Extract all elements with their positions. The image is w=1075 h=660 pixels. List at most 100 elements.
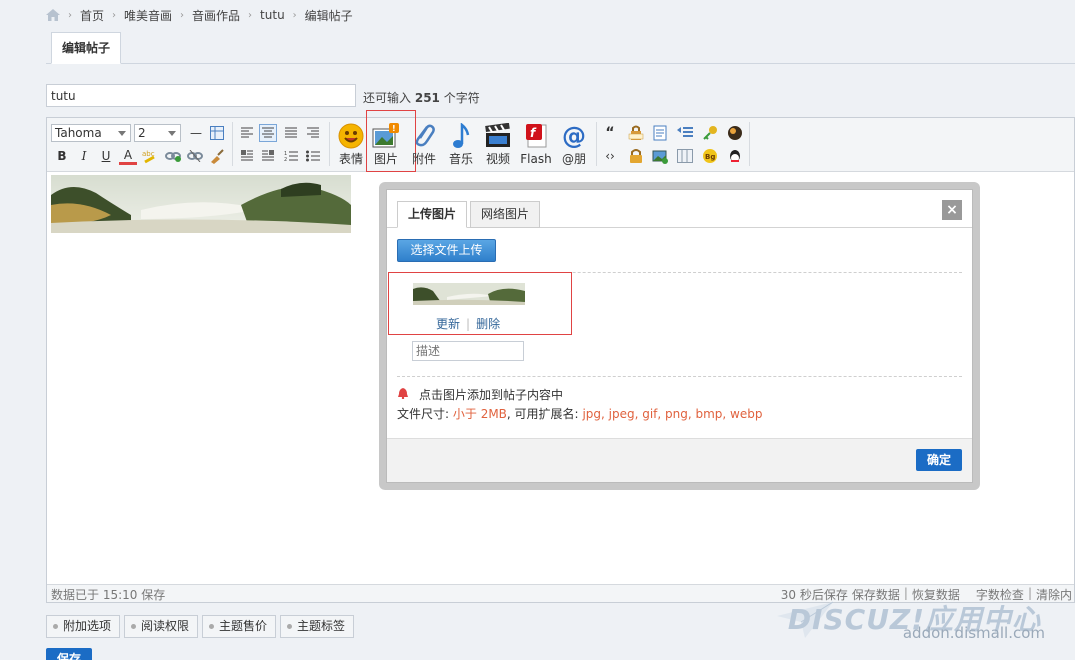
inserted-landscape-image[interactable] [51, 175, 351, 233]
flash-label: Flash [520, 152, 552, 166]
thread-tags-button[interactable]: 主题标签 [280, 615, 355, 638]
font-family-select[interactable]: Tahoma [51, 124, 131, 142]
lock-icon[interactable] [627, 147, 645, 165]
svg-text:Bg: Bg [705, 153, 715, 161]
music-label: 音乐 [448, 152, 473, 166]
background-color-icon[interactable]: abc [141, 147, 159, 165]
code-icon[interactable]: ‹› [601, 147, 619, 165]
index-icon[interactable] [676, 124, 694, 142]
editor-content-area[interactable]: 上传图片 网络图片 × 选择文件上传 更新 | 删除 描述 点击图片添加到帖子内… [47, 173, 1074, 584]
free-content-icon[interactable] [627, 124, 645, 142]
update-link[interactable]: 更新 [436, 317, 460, 331]
confirm-button[interactable]: 确定 [916, 449, 962, 471]
tab-upload-image[interactable]: 上传图片 [397, 201, 468, 228]
font-size-select[interactable]: 2 [134, 124, 181, 142]
breadcrumb-board[interactable]: 音画作品 [192, 7, 240, 24]
chevron-right-icon: › [112, 9, 117, 21]
breadcrumb-thread[interactable]: tutu [260, 8, 285, 22]
unordered-list-icon[interactable] [304, 147, 322, 165]
thumbnail-actions: 更新 | 删除 [436, 315, 500, 332]
extension-value: jpg, jpeg, gif, png, bmp, webp [582, 407, 763, 421]
bold-icon[interactable]: B [53, 147, 71, 165]
unlink-icon[interactable] [186, 147, 204, 165]
table-icon[interactable] [208, 124, 226, 142]
chevron-right-icon: › [292, 9, 297, 21]
uploaded-image-thumbnail[interactable] [413, 283, 525, 305]
page-icon[interactable] [651, 124, 669, 142]
font-family-value: Tahoma [55, 126, 102, 140]
underline-icon[interactable]: U [97, 147, 115, 165]
description-input[interactable] [412, 341, 524, 361]
file-size-label: 文件尺寸: [397, 407, 450, 421]
close-icon[interactable]: × [942, 200, 962, 220]
extra-options-button[interactable]: 附加选项 [46, 615, 121, 638]
dialog-footer: 确定 [387, 438, 972, 482]
align-right-icon[interactable] [304, 124, 322, 142]
watermark-url: addon.dismall.com [902, 624, 1045, 642]
toolbar-divider [232, 122, 233, 166]
flash-button[interactable]: f Flash [518, 122, 554, 168]
align-justify-icon[interactable] [282, 124, 300, 142]
breadcrumb-current: 编辑帖子 [304, 8, 353, 23]
save-button[interactable]: 保存 [46, 648, 92, 660]
font-color-icon[interactable]: A [119, 147, 137, 165]
align-left-icon[interactable] [238, 124, 256, 142]
bullet-icon [53, 624, 58, 629]
read-permission-button[interactable]: 阅读权限 [124, 615, 199, 638]
mention-button[interactable]: @ @朋 [556, 122, 592, 168]
file-requirements: 文件尺寸: 小于 2MB, 可用扩展名: jpg, jpeg, gif, png… [397, 405, 762, 422]
at-sign-icon: @ [562, 122, 586, 150]
extension-label: , 可用扩展名: [506, 407, 579, 421]
option-label: 主题售价 [219, 619, 268, 633]
choose-file-upload-button[interactable]: 选择文件上传 [397, 239, 496, 262]
font-size-value: 2 [138, 126, 146, 140]
subject-input[interactable] [46, 84, 356, 107]
bell-icon [397, 387, 409, 402]
insert-hint-text: 点击图片添加到帖子内容中 [419, 388, 564, 402]
video-button[interactable]: 视频 [481, 122, 515, 168]
rich-text-editor: Tahoma 2 — B I U A abc 1 2 表情 ! 图片 附件 音乐… [46, 110, 1075, 603]
separator: | [466, 317, 471, 331]
float-right-icon[interactable] [259, 147, 277, 165]
float-left-icon[interactable] [238, 147, 256, 165]
image-button[interactable]: ! 图片 [369, 122, 403, 168]
insert-hint: 点击图片添加到帖子内容中 [397, 386, 563, 403]
tab-web-image[interactable]: 网络图片 [470, 201, 541, 228]
svg-text:2: 2 [284, 157, 287, 162]
horizontal-rule-icon[interactable]: — [187, 124, 205, 142]
thread-price-button[interactable]: 主题售价 [202, 615, 277, 638]
breadcrumb-home[interactable]: 首页 [80, 7, 104, 24]
bullet-icon [209, 624, 215, 629]
music-button[interactable]: 音乐 [444, 122, 478, 168]
char-count-prefix: 还可输入 [363, 91, 412, 105]
attachment-button[interactable]: 附件 [407, 122, 441, 168]
dialog-panel: 上传图片 网络图片 × 选择文件上传 更新 | 删除 描述 点击图片添加到帖子内… [386, 189, 973, 483]
dialog-tabs: 上传图片 网络图片 × [387, 190, 972, 228]
page-break-icon[interactable] [676, 147, 694, 165]
image-icon: ! [372, 122, 400, 150]
align-center-icon[interactable] [259, 124, 277, 142]
home-icon[interactable] [46, 9, 60, 21]
toolbar-divider [596, 122, 597, 166]
breadcrumb-forum[interactable]: 唯美音画 [124, 7, 172, 24]
option-label: 主题标签 [297, 619, 346, 633]
video-label: 视频 [485, 152, 510, 166]
char-count-number: 251 [414, 91, 440, 105]
post-options: 附加选项 阅读权限 主题售价 主题标签 [46, 615, 355, 638]
autosave-status: 数据已于 15:10 保存 [51, 588, 166, 602]
clear-format-icon[interactable] [208, 147, 226, 165]
quote-icon[interactable]: “ [601, 124, 619, 142]
qq-icon[interactable] [726, 147, 744, 165]
password-key-icon[interactable] [701, 124, 719, 142]
image-label: 图片 [373, 152, 398, 166]
ball-icon[interactable] [726, 124, 744, 142]
insert-image-icon[interactable] [651, 147, 669, 165]
tab-edit-post[interactable]: 编辑帖子 [51, 32, 121, 64]
ordered-list-icon[interactable]: 12 [282, 147, 300, 165]
delete-link[interactable]: 删除 [476, 317, 500, 331]
link-icon[interactable] [164, 147, 182, 165]
italic-icon[interactable]: I [75, 147, 93, 165]
bg-icon[interactable]: Bg [701, 147, 719, 165]
emoji-button[interactable]: 表情 [334, 122, 368, 168]
watermark: DISCUZ!应用中心 addon.dismall.com [763, 598, 1063, 646]
